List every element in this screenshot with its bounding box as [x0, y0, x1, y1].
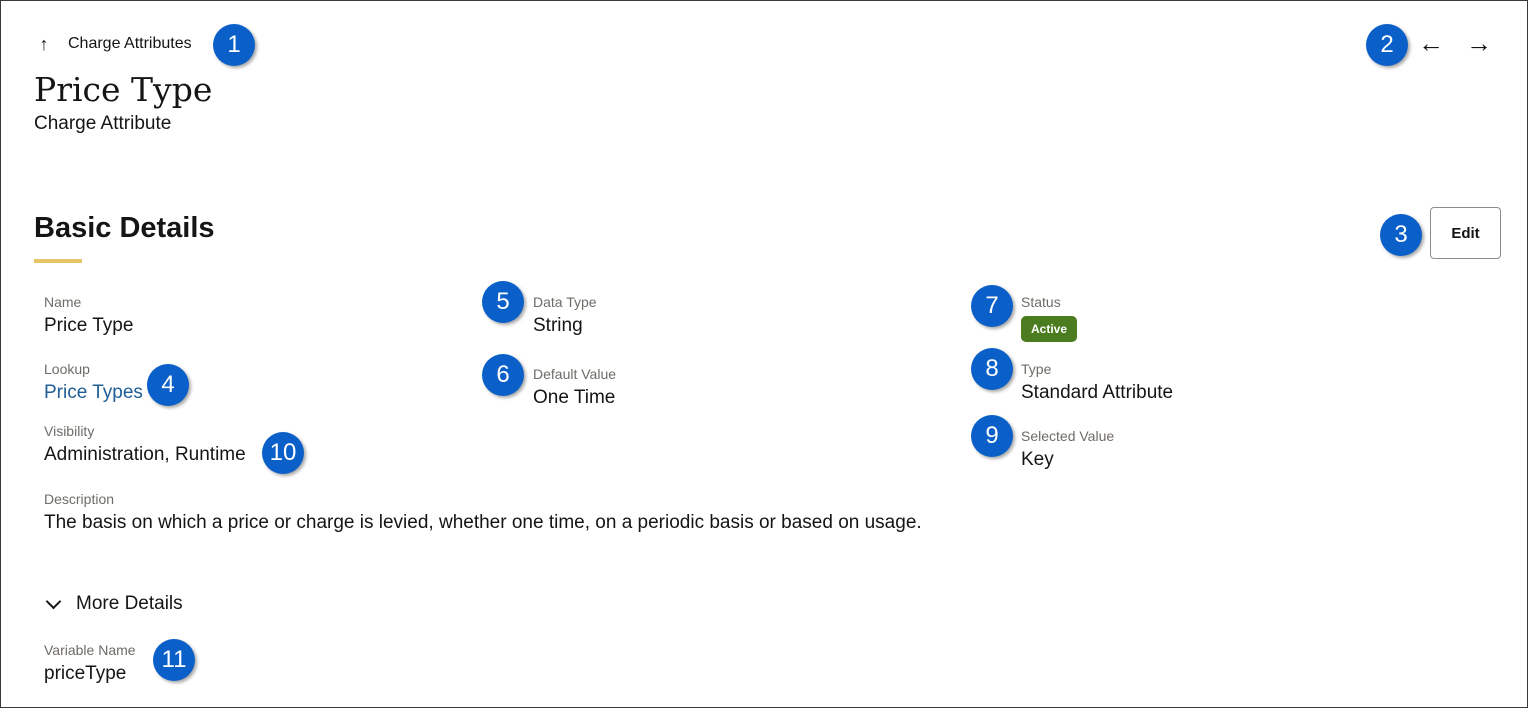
section-title: Basic Details — [34, 212, 215, 244]
field-type: Type Standard Attribute — [1021, 361, 1173, 405]
page-subtitle: Charge Attribute — [34, 113, 172, 134]
page-frame — [0, 0, 1528, 708]
back-to-charge-attributes-link[interactable]: ↑ Charge Attributes — [34, 33, 192, 55]
field-value: Administration, Runtime — [44, 444, 246, 465]
lookup-link[interactable]: Price Types — [44, 381, 143, 405]
chevron-down-icon — [44, 594, 64, 614]
field-label: Name — [44, 294, 82, 310]
more-details-label: More Details — [76, 593, 183, 614]
field-description: Description The basis on which a price o… — [44, 491, 1244, 535]
field-value: The basis on which a price or charge is … — [44, 512, 922, 533]
previous-record-arrow-icon[interactable]: ← — [1418, 30, 1444, 56]
callout-marker: 7 — [971, 285, 1013, 327]
field-label: Visibility — [44, 423, 95, 439]
callout-marker: 3 — [1380, 214, 1422, 256]
field-label: Data Type — [533, 294, 597, 310]
callout-marker: 6 — [482, 354, 524, 396]
field-value: One Time — [533, 387, 616, 408]
field-label: Selected Value — [1021, 428, 1115, 444]
field-value: Key — [1021, 449, 1054, 470]
next-record-arrow-icon[interactable]: → — [1466, 30, 1492, 56]
edit-button[interactable]: Edit — [1430, 207, 1501, 259]
back-link-label: Charge Attributes — [68, 35, 192, 52]
field-name: Name Price Type — [44, 294, 133, 338]
field-visibility: Visibility Administration, Runtime — [44, 423, 246, 467]
field-label: Default Value — [533, 366, 617, 382]
field-selected-value: Selected Value Key — [1021, 428, 1114, 472]
field-default-value: Default Value One Time — [533, 366, 616, 410]
field-label: Description — [44, 491, 115, 507]
callout-marker: 1 — [213, 24, 255, 66]
field-label: Lookup — [44, 361, 90, 377]
more-details-toggle[interactable]: More Details — [44, 592, 183, 616]
callout-marker: 9 — [971, 415, 1013, 457]
field-value: Standard Attribute — [1021, 382, 1174, 403]
up-arrow-icon: ↑ — [39, 34, 49, 54]
field-label: Status — [1021, 294, 1061, 310]
field-value: String — [533, 315, 583, 336]
callout-marker: 5 — [482, 281, 524, 323]
field-value: priceType — [44, 663, 127, 684]
field-label: Type — [1021, 361, 1052, 377]
field-data-type: Data Type String — [533, 294, 597, 338]
status-badge: Active — [1021, 316, 1078, 342]
callout-marker: 4 — [147, 364, 189, 406]
field-lookup: Lookup Price Types — [44, 361, 143, 405]
callout-marker: 8 — [971, 348, 1013, 390]
section-title-underline — [34, 259, 82, 263]
callout-marker: 2 — [1366, 24, 1408, 66]
callout-marker: 10 — [262, 432, 304, 474]
callout-marker: 11 — [153, 639, 195, 681]
field-variable-name: Variable Name priceType — [44, 642, 136, 686]
page-title: Price Type — [34, 70, 213, 109]
field-value: Price Type — [44, 315, 134, 336]
field-label: Variable Name — [44, 642, 136, 658]
field-status: Status Active — [1021, 294, 1078, 342]
